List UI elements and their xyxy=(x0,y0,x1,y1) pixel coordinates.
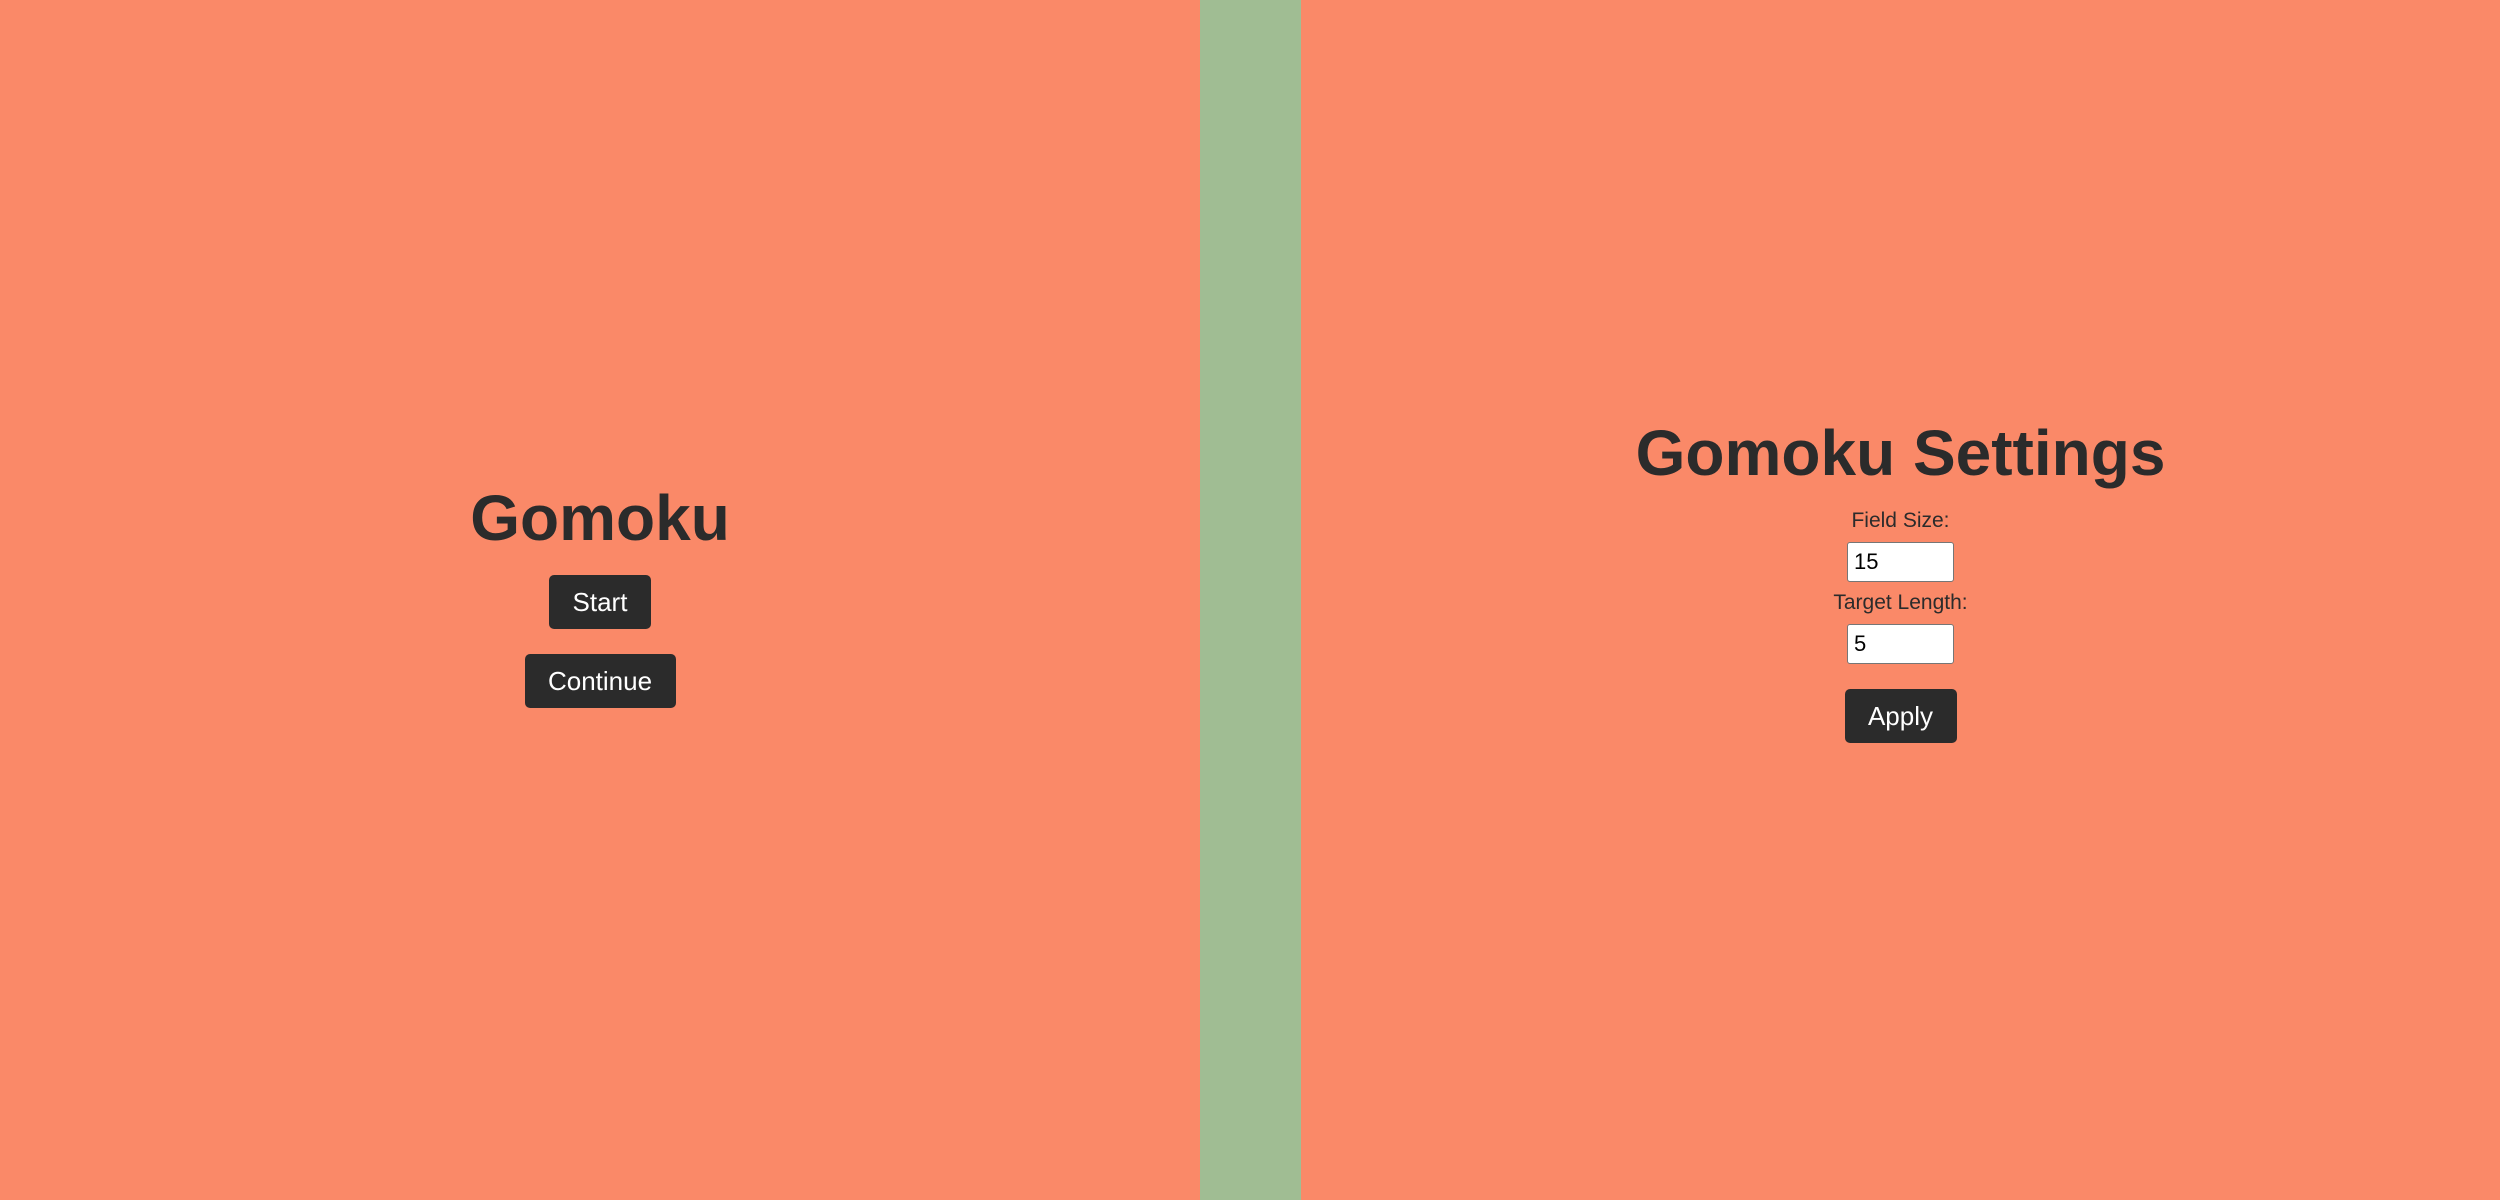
target-length-label: Target Length: xyxy=(1833,591,1968,615)
settings-title: Gomoku Settings xyxy=(1635,416,2166,489)
settings-panel: Gomoku Settings Field Size: Target Lengt… xyxy=(1301,0,2500,1200)
game-title: Gomoku xyxy=(470,481,730,554)
start-button[interactable]: Start xyxy=(549,575,651,630)
field-size-input[interactable] xyxy=(1847,542,1954,583)
panel-divider xyxy=(1200,0,1301,1200)
main-menu-panel: Gomoku Start Continue xyxy=(0,0,1200,1200)
apply-button[interactable]: Apply xyxy=(1844,689,1957,744)
field-size-label: Field Size: xyxy=(1851,509,1950,533)
target-length-input[interactable] xyxy=(1847,624,1954,665)
continue-button[interactable]: Continue xyxy=(524,654,676,709)
